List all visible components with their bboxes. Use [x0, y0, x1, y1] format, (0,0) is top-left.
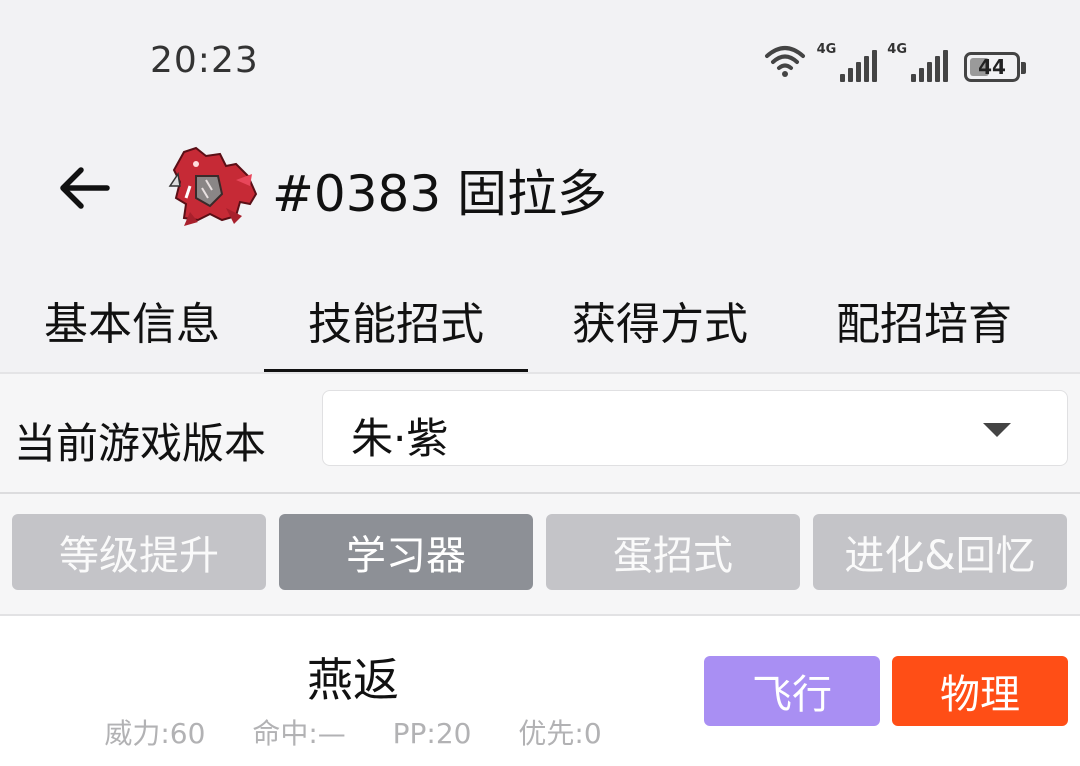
status-bar: 20:23 4G 4G 44 [0, 0, 1080, 120]
category-badge: 物理 [892, 656, 1068, 726]
page-title: #0383 固拉多 [272, 165, 608, 223]
network-type-2: 4G [887, 42, 907, 57]
back-button[interactable] [54, 160, 114, 220]
arrow-left-icon [57, 165, 111, 215]
method-evolution-recall-button[interactable]: 进化&回忆 [813, 514, 1067, 590]
tab-acquisition[interactable]: 获得方式 [528, 270, 792, 374]
version-label: 当前游戏版本 [14, 419, 267, 468]
wifi-icon [763, 42, 807, 82]
groudon-sprite-icon [166, 146, 262, 228]
signal-icon [911, 50, 948, 82]
tab-builds[interactable]: 配招培育 [792, 270, 1056, 374]
method-level-up-button[interactable]: 等级提升 [12, 514, 266, 590]
version-row: 当前游戏版本 朱·紫 [0, 374, 1080, 492]
app-bar: #0383 固拉多 [0, 130, 1080, 250]
tab-basic-info[interactable]: 基本信息 [0, 270, 264, 374]
status-icons: 4G 4G 44 [763, 42, 1026, 82]
move-name: 燕返 [307, 653, 399, 707]
battery-icon: 44 [964, 52, 1026, 82]
version-select[interactable]: 朱·紫 [322, 390, 1068, 466]
signal-icon [840, 50, 878, 82]
move-stats: 威力:60 命中:— PP:20 优先:0 [0, 712, 706, 752]
tab-bar: 基本信息 技能招式 获得方式 配招培育 [0, 270, 1080, 374]
method-tm-button[interactable]: 学习器 [279, 514, 533, 590]
move-pp: PP:20 [392, 717, 472, 750]
move-priority: 优先:0 [518, 717, 602, 750]
tab-moves[interactable]: 技能招式 [264, 270, 528, 374]
battery-level: 44 [978, 55, 1006, 79]
move-list: 燕返 威力:60 命中:— PP:20 优先:0 飞行 物理 [0, 616, 1080, 766]
network-type-1: 4G [816, 42, 837, 57]
type-badge: 飞行 [704, 656, 880, 726]
method-egg-button[interactable]: 蛋招式 [546, 514, 800, 590]
learn-method-row: 等级提升 学习器 蛋招式 进化&回忆 [0, 494, 1080, 614]
move-power: 威力:60 [104, 717, 206, 750]
caret-down-icon [983, 423, 1011, 437]
version-selected-value: 朱·紫 [351, 414, 449, 463]
move-accuracy: 命中:— [252, 717, 346, 750]
status-time: 20:23 [150, 40, 259, 81]
